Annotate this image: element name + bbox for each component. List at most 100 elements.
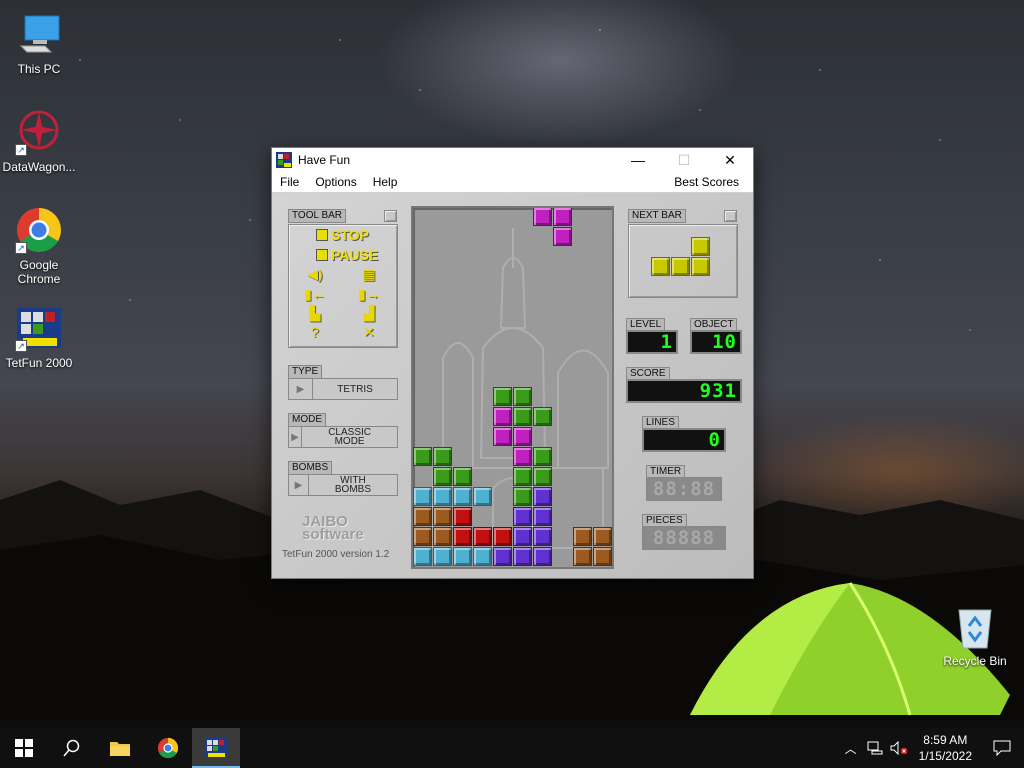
board-block bbox=[493, 387, 512, 406]
play-arrow-icon: ▶ bbox=[289, 379, 313, 399]
brand-line2: software bbox=[302, 526, 364, 543]
board-block bbox=[433, 547, 452, 566]
board-block bbox=[473, 487, 492, 506]
maximize-button[interactable]: ☐ bbox=[661, 148, 707, 172]
menu-options[interactable]: Options bbox=[307, 175, 364, 189]
taskbar-file-explorer[interactable] bbox=[96, 728, 144, 768]
lines-value: 0 bbox=[708, 429, 721, 451]
board-block bbox=[453, 467, 472, 486]
object-value: 10 bbox=[712, 331, 737, 353]
play-arrow-icon: ▶ bbox=[289, 475, 309, 495]
window-titlebar[interactable]: Have Fun — ☐ ✕ bbox=[272, 148, 753, 172]
pause-button[interactable]: PAUSE bbox=[316, 247, 378, 263]
next-piece-preview bbox=[628, 224, 738, 298]
stop-label: STOP bbox=[331, 227, 369, 243]
shortcut-arrow-icon: ↗ bbox=[15, 242, 27, 254]
version-text: TetFun 2000 version 1.2 bbox=[282, 549, 390, 560]
network-button[interactable] bbox=[863, 728, 887, 768]
board-block bbox=[593, 527, 612, 546]
board-block bbox=[533, 547, 552, 566]
blocks-icon[interactable]: ▦ bbox=[356, 266, 382, 284]
close-button[interactable]: ✕ bbox=[707, 148, 753, 172]
desktop-icon-this-pc[interactable]: This PC bbox=[0, 10, 78, 76]
desktop-icon-label: Recycle Bin bbox=[943, 654, 1007, 668]
notifications-button[interactable] bbox=[980, 728, 1024, 768]
bombs-value: WITH BOMBS bbox=[334, 475, 371, 495]
clock-date: 1/15/2022 bbox=[918, 749, 972, 763]
menu-file[interactable]: File bbox=[272, 175, 307, 189]
board-block bbox=[453, 547, 472, 566]
taskbar-tetfun[interactable] bbox=[192, 728, 240, 768]
start-button[interactable] bbox=[0, 728, 48, 768]
game-board[interactable] bbox=[411, 206, 614, 569]
board-block bbox=[453, 487, 472, 506]
show-hidden-icons-button[interactable]: ︿ bbox=[839, 728, 863, 768]
desktop-icon-recycle-bin[interactable]: Recycle Bin bbox=[936, 602, 1014, 668]
pause-icon bbox=[316, 249, 328, 261]
board-block bbox=[433, 527, 452, 546]
board-block bbox=[533, 447, 552, 466]
play-arrow-icon: ▶ bbox=[289, 427, 303, 447]
shortcut-arrow-icon: ↗ bbox=[15, 144, 27, 156]
desktop-icon-google-chrome[interactable]: ↗ Google Chrome bbox=[0, 206, 78, 286]
board-block bbox=[513, 487, 532, 506]
next-bar-collapse-button[interactable] bbox=[724, 210, 737, 222]
jaibo-logo: JAIBO software bbox=[302, 514, 364, 543]
windows-logo-icon bbox=[15, 739, 33, 757]
stop-button[interactable]: STOP bbox=[316, 227, 369, 243]
board-block bbox=[513, 427, 532, 446]
desktop-icon-label: This PC bbox=[17, 62, 61, 76]
level-counter: 1 bbox=[626, 330, 678, 354]
tetfun-icon bbox=[205, 738, 227, 758]
board-block bbox=[493, 427, 512, 446]
board-block bbox=[553, 227, 572, 246]
exit-icon[interactable]: ✕ bbox=[356, 324, 382, 342]
mode-select[interactable]: ▶ CLASSIC MODE bbox=[288, 426, 398, 448]
computer-icon bbox=[15, 10, 63, 58]
save-icon[interactable]: ▮→ bbox=[356, 286, 382, 304]
sound-icon[interactable]: ◀) bbox=[302, 266, 328, 284]
type-select[interactable]: ▶ TETRIS bbox=[288, 378, 398, 400]
load-icon[interactable]: ▮← bbox=[302, 286, 328, 304]
bombs-select[interactable]: ▶ WITH BOMBS bbox=[288, 474, 398, 496]
window-title: Have Fun bbox=[298, 153, 351, 167]
menu-best-scores[interactable]: Best Scores bbox=[666, 175, 747, 189]
board-block bbox=[533, 407, 552, 426]
board-block bbox=[433, 467, 452, 486]
board-block bbox=[493, 527, 512, 546]
search-button[interactable] bbox=[48, 728, 96, 768]
volume-button[interactable] bbox=[887, 728, 911, 768]
menu-help[interactable]: Help bbox=[365, 175, 406, 189]
system-tray: ︿ 8:59 AM 1/15/2022 bbox=[839, 728, 1024, 768]
board-block bbox=[533, 208, 552, 226]
chrome-icon bbox=[157, 737, 179, 759]
timer-value: 88:88 bbox=[652, 478, 716, 500]
clock[interactable]: 8:59 AM 1/15/2022 bbox=[911, 732, 980, 764]
maximize-icon: ☐ bbox=[677, 151, 691, 168]
board-block bbox=[413, 447, 432, 466]
datawagon-icon: ↗ bbox=[15, 108, 63, 156]
desktop-icon-datawagon[interactable]: ↗ DataWagon... bbox=[0, 108, 78, 174]
taskbar-chrome[interactable] bbox=[144, 728, 192, 768]
chevron-up-icon: ︿ bbox=[844, 741, 857, 756]
score-value: 931 bbox=[699, 380, 737, 402]
folder-icon bbox=[110, 742, 130, 756]
pieces-counter: 88888 bbox=[642, 526, 726, 550]
board-block bbox=[513, 547, 532, 566]
hiscore-icon[interactable]: ▙ bbox=[302, 305, 328, 323]
pieces-value: 88888 bbox=[652, 527, 716, 549]
timer-counter: 88:88 bbox=[646, 477, 722, 501]
board-block bbox=[493, 547, 512, 566]
toolbar-collapse-button[interactable] bbox=[384, 210, 397, 222]
board-block bbox=[433, 507, 452, 526]
settings-icon[interactable]: ▟ bbox=[356, 305, 382, 323]
board-block bbox=[433, 487, 452, 506]
mode-value: CLASSIC MODE bbox=[328, 427, 371, 447]
desktop-icon-label: Google Chrome bbox=[17, 258, 61, 286]
board-block bbox=[513, 467, 532, 486]
minimize-button[interactable]: — bbox=[615, 148, 661, 172]
board-block bbox=[573, 547, 592, 566]
help-icon[interactable]: ? bbox=[302, 324, 328, 342]
stop-icon bbox=[316, 229, 328, 241]
desktop-icon-tetfun-2000[interactable]: ↗ TetFun 2000 bbox=[0, 304, 78, 370]
